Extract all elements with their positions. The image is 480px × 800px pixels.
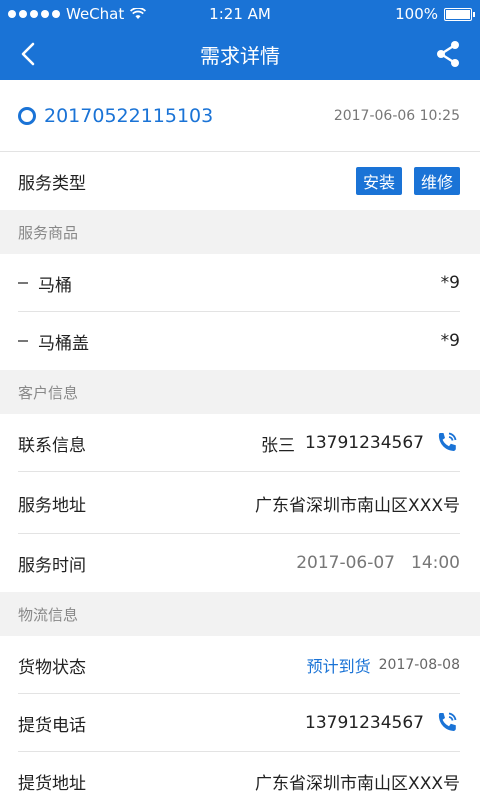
customer-section-header: 客户信息: [0, 370, 480, 414]
pickup-phone: 13791234567: [305, 713, 424, 733]
goods-status: 预计到货: [306, 657, 371, 676]
status-right: 100%: [395, 5, 475, 23]
order-number: 20170522115103: [44, 105, 214, 127]
tag-repair: 维修: [413, 167, 460, 195]
goods-status-date: 2017-08-08: [378, 657, 460, 673]
pickup-address-row: 提货地址 广东省深圳市南山区XXX号: [0, 752, 480, 800]
goods-name: 马桶盖: [38, 333, 89, 354]
service-address: 广东省深圳市南山区XXX号: [255, 495, 460, 516]
battery-percent: 100%: [395, 5, 438, 23]
goods-qty: *9: [440, 331, 460, 351]
pickup-phone-row: 提货电话 13791234567: [0, 694, 480, 752]
service-address-row: 服务地址 广东省深圳市南山区XXX号: [0, 472, 480, 534]
pickup-address: 广东省深圳市南山区XXX号: [255, 773, 460, 794]
service-type-tags: 安装 维修: [355, 167, 460, 195]
list-item: 马桶盖 *9: [0, 312, 480, 370]
status-bar: WeChat 1:21 AM 100%: [0, 0, 480, 28]
order-row: 20170522115103 2017-06-06 10:25: [0, 80, 480, 152]
service-type-row: 服务类型 安装 维修: [0, 152, 480, 210]
list-item: 马桶 *9: [0, 254, 480, 312]
navbar: 需求详情: [0, 28, 480, 80]
goods-name: 马桶: [38, 275, 72, 296]
service-time-label: 服务时间: [18, 555, 86, 576]
phone-icon[interactable]: [434, 710, 460, 736]
share-button[interactable]: [430, 36, 466, 72]
contact-label: 联系信息: [18, 435, 86, 456]
service-type-label: 服务类型: [18, 173, 86, 194]
logistics-section-header: 物流信息: [0, 592, 480, 636]
detail-content: 20170522115103 2017-06-06 10:25 服务类型 安装 …: [0, 80, 480, 800]
page-title: 需求详情: [200, 44, 280, 68]
service-address-label: 服务地址: [18, 495, 86, 516]
goods-status-row: 货物状态 预计到货 2017-08-08: [0, 636, 480, 694]
pickup-address-label: 提货地址: [18, 773, 86, 794]
dash-icon: [18, 282, 28, 284]
battery-icon: [444, 7, 475, 21]
goods-section-header: 服务商品: [0, 210, 480, 254]
contact-phone: 13791234567: [305, 433, 424, 453]
service-time-row: 服务时间 2017-06-07 14:00: [0, 534, 480, 592]
order-datetime: 2017-06-06 10:25: [333, 108, 460, 124]
contact-name: 张三: [261, 435, 296, 456]
phone-icon[interactable]: [434, 430, 460, 456]
service-time: 14:00: [411, 553, 460, 573]
share-icon: [437, 41, 459, 67]
goods-qty: *9: [440, 273, 460, 293]
contact-row: 联系信息 张三 13791234567: [0, 414, 480, 472]
dash-icon: [18, 340, 28, 342]
goods-status-label: 货物状态: [18, 657, 86, 678]
tag-install: 安装: [355, 167, 402, 195]
order-status-icon: [18, 107, 36, 125]
pickup-phone-label: 提货电话: [18, 715, 86, 736]
service-date: 2017-06-07: [296, 553, 395, 573]
